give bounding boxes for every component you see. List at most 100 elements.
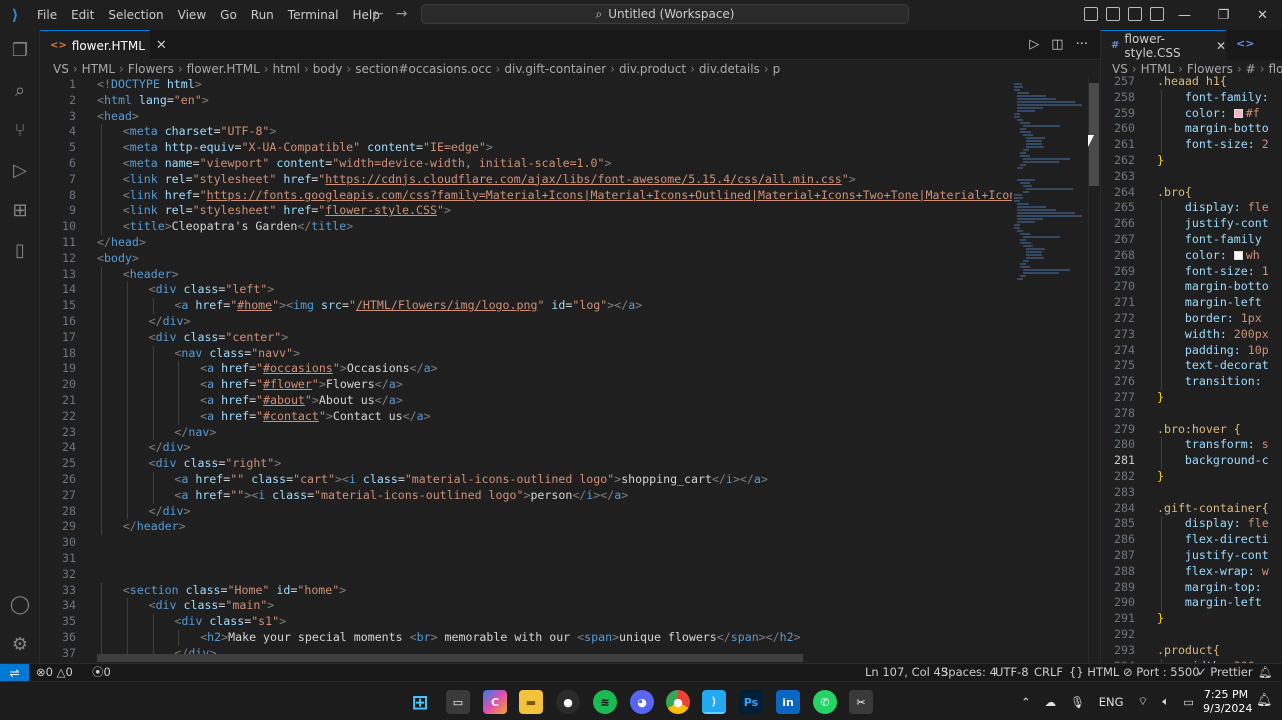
- code-line: 11 </head>: [40, 235, 1100, 251]
- menu-view[interactable]: View: [171, 0, 213, 30]
- indent-guide: [1161, 326, 1162, 343]
- more-actions-icon[interactable]: ···: [1076, 37, 1088, 52]
- spotify-icon[interactable]: ≋: [593, 690, 617, 714]
- indent-guide: [1161, 516, 1162, 533]
- breadcrumb-item[interactable]: section#occasions.occ: [355, 62, 491, 76]
- line-number: 7: [69, 171, 76, 186]
- breadcrumb-item[interactable]: VS: [53, 62, 69, 76]
- braces-icon: {}: [1069, 665, 1084, 679]
- indent-guide: [101, 124, 102, 141]
- notification-bell-icon[interactable]: 🔔︎: [1256, 693, 1273, 708]
- menu-selection[interactable]: Selection: [101, 0, 170, 30]
- forward-arrow-icon[interactable]: →: [396, 6, 408, 22]
- account-icon[interactable]: ◯: [0, 584, 40, 624]
- clock[interactable]: 7:25 PM 9/3/2024: [1203, 688, 1253, 716]
- close-tab-icon[interactable]: ✕: [156, 38, 167, 53]
- ports-status[interactable]: ⦿0: [92, 664, 111, 681]
- battery-icon[interactable]: ▭: [1183, 695, 1194, 709]
- cloud-icon[interactable]: ☁: [1045, 695, 1057, 709]
- tab-flower-html[interactable]: <> flower.HTML ✕: [40, 30, 167, 60]
- source-control-icon[interactable]: ⑂: [0, 110, 40, 150]
- close-tab-icon[interactable]: ✕: [1216, 39, 1226, 53]
- notifications-icon[interactable]: 🔔︎: [1258, 664, 1273, 681]
- toggle-primary-sidebar-icon[interactable]: [1084, 7, 1098, 21]
- settings-gear-icon[interactable]: ⚙: [0, 624, 40, 664]
- color-swatch[interactable]: [1233, 250, 1243, 260]
- extensions-icon[interactable]: ⊞: [0, 190, 40, 230]
- volume-icon[interactable]: 🔈︎: [1162, 694, 1169, 709]
- editor-horizontal-scrollbar[interactable]: [97, 654, 803, 662]
- breadcrumb-item[interactable]: div.details: [699, 62, 760, 76]
- microphone-icon[interactable]: 🎙︎: [1070, 695, 1085, 709]
- customize-layout-icon[interactable]: [1150, 7, 1164, 21]
- color-swatch[interactable]: [1233, 108, 1243, 118]
- breadcrumb-item[interactable]: div.product: [619, 62, 686, 76]
- linkedin-icon[interactable]: in: [776, 690, 800, 714]
- breadcrumb-item[interactable]: html: [273, 62, 300, 76]
- minimap[interactable]: [1012, 77, 1086, 663]
- menu-run[interactable]: Run: [244, 0, 281, 30]
- language-mode[interactable]: {} HTML: [1069, 664, 1119, 681]
- chrome-icon[interactable]: ●: [666, 690, 690, 714]
- photoshop-icon[interactable]: Ps: [739, 690, 763, 714]
- title-bar: ⟩ File Edit Selection View Go Run Termin…: [0, 0, 1282, 30]
- breadcrumb-item[interactable]: HTML: [82, 62, 115, 76]
- line-number: 2: [69, 92, 76, 107]
- minimap-line: [1014, 200, 1020, 202]
- html-tab-icon[interactable]: <>: [1236, 37, 1254, 50]
- discord-icon[interactable]: ◕: [630, 690, 654, 714]
- code-editor[interactable]: 1 <!DOCTYPE html> 2 <html lang="en"> 3 <head>…: [40, 77, 1100, 663]
- indent-guide: [178, 393, 180, 409]
- menu-file[interactable]: File: [30, 0, 64, 30]
- file-explorer-icon[interactable]: ▬: [519, 690, 543, 714]
- breadcrumb-item[interactable]: flower.HTML: [187, 62, 260, 76]
- snipping-tool-icon[interactable]: ✂: [849, 690, 873, 714]
- line-number: 266: [1114, 216, 1135, 231]
- close-window-icon[interactable]: ✕: [1243, 0, 1282, 30]
- run-icon[interactable]: ▷: [1029, 37, 1039, 52]
- vscode-taskbar-icon[interactable]: ⟩: [702, 690, 726, 714]
- css-line: 265 display: fle: [1101, 200, 1282, 217]
- input-language[interactable]: ENG: [1099, 695, 1124, 709]
- search-activity-icon[interactable]: ⌕: [0, 70, 40, 110]
- clock-date: 9/3/2024: [1203, 702, 1253, 715]
- line-number: 5: [69, 140, 76, 155]
- menu-edit[interactable]: Edit: [64, 0, 101, 30]
- breadcrumb-item[interactable]: Flowers: [128, 62, 174, 76]
- problems-status[interactable]: ⊗0 △0: [36, 664, 73, 681]
- indentation[interactable]: Spaces: 4: [941, 664, 997, 681]
- task-view-icon[interactable]: ▭: [446, 690, 470, 714]
- css-line: 267 font-family: [1101, 232, 1282, 248]
- menu-terminal[interactable]: Terminal: [281, 0, 346, 30]
- minimize-icon[interactable]: —: [1165, 0, 1204, 30]
- code-line: 33 <section class="Home" id="home">: [40, 582, 1100, 599]
- restore-icon[interactable]: ❐: [1204, 0, 1243, 30]
- obs-icon[interactable]: ●: [556, 690, 580, 714]
- split-editor-icon[interactable]: ◫: [1051, 37, 1063, 52]
- command-center[interactable]: ⌕ Untitled (Workspace): [421, 4, 909, 24]
- menu-go[interactable]: Go: [213, 0, 244, 30]
- bookmark-icon[interactable]: ▯: [0, 230, 40, 270]
- run-debug-icon[interactable]: ▷: [0, 150, 40, 190]
- prettier-status[interactable]: ✓ Prettier: [1197, 664, 1253, 681]
- live-server-port[interactable]: ⊘ Port : 5500: [1123, 664, 1200, 681]
- whatsapp-icon[interactable]: ✆: [813, 690, 837, 714]
- copilot-icon[interactable]: C: [483, 690, 507, 714]
- css-code[interactable]: 257 .heaad h1{258 font-family: 259 color: …: [1101, 74, 1282, 663]
- cursor-position[interactable]: Ln 107, Col 43: [865, 664, 948, 681]
- toggle-panel-icon[interactable]: [1106, 7, 1120, 21]
- remote-indicator-icon[interactable]: ⇌: [0, 664, 29, 682]
- show-hidden-icons-icon[interactable]: ⌃: [1021, 695, 1031, 709]
- explorer-icon[interactable]: ❐: [0, 30, 40, 70]
- encoding[interactable]: UTF-8: [995, 664, 1029, 681]
- wifi-icon[interactable]: ⌔: [1138, 694, 1149, 709]
- breadcrumb-item[interactable]: p: [773, 62, 781, 76]
- tab-flower-style-css[interactable]: # flower-style.CSS ✕: [1101, 30, 1226, 60]
- breadcrumb-item[interactable]: body: [313, 62, 343, 76]
- back-arrow-icon[interactable]: ←: [372, 6, 384, 22]
- css-text: color: #f: [1157, 105, 1260, 120]
- toggle-secondary-sidebar-icon[interactable]: [1128, 7, 1142, 21]
- end-of-line[interactable]: CRLF: [1034, 664, 1063, 681]
- breadcrumb-item[interactable]: div.gift-container: [504, 62, 606, 76]
- start-windows-icon[interactable]: ⊞: [408, 690, 432, 714]
